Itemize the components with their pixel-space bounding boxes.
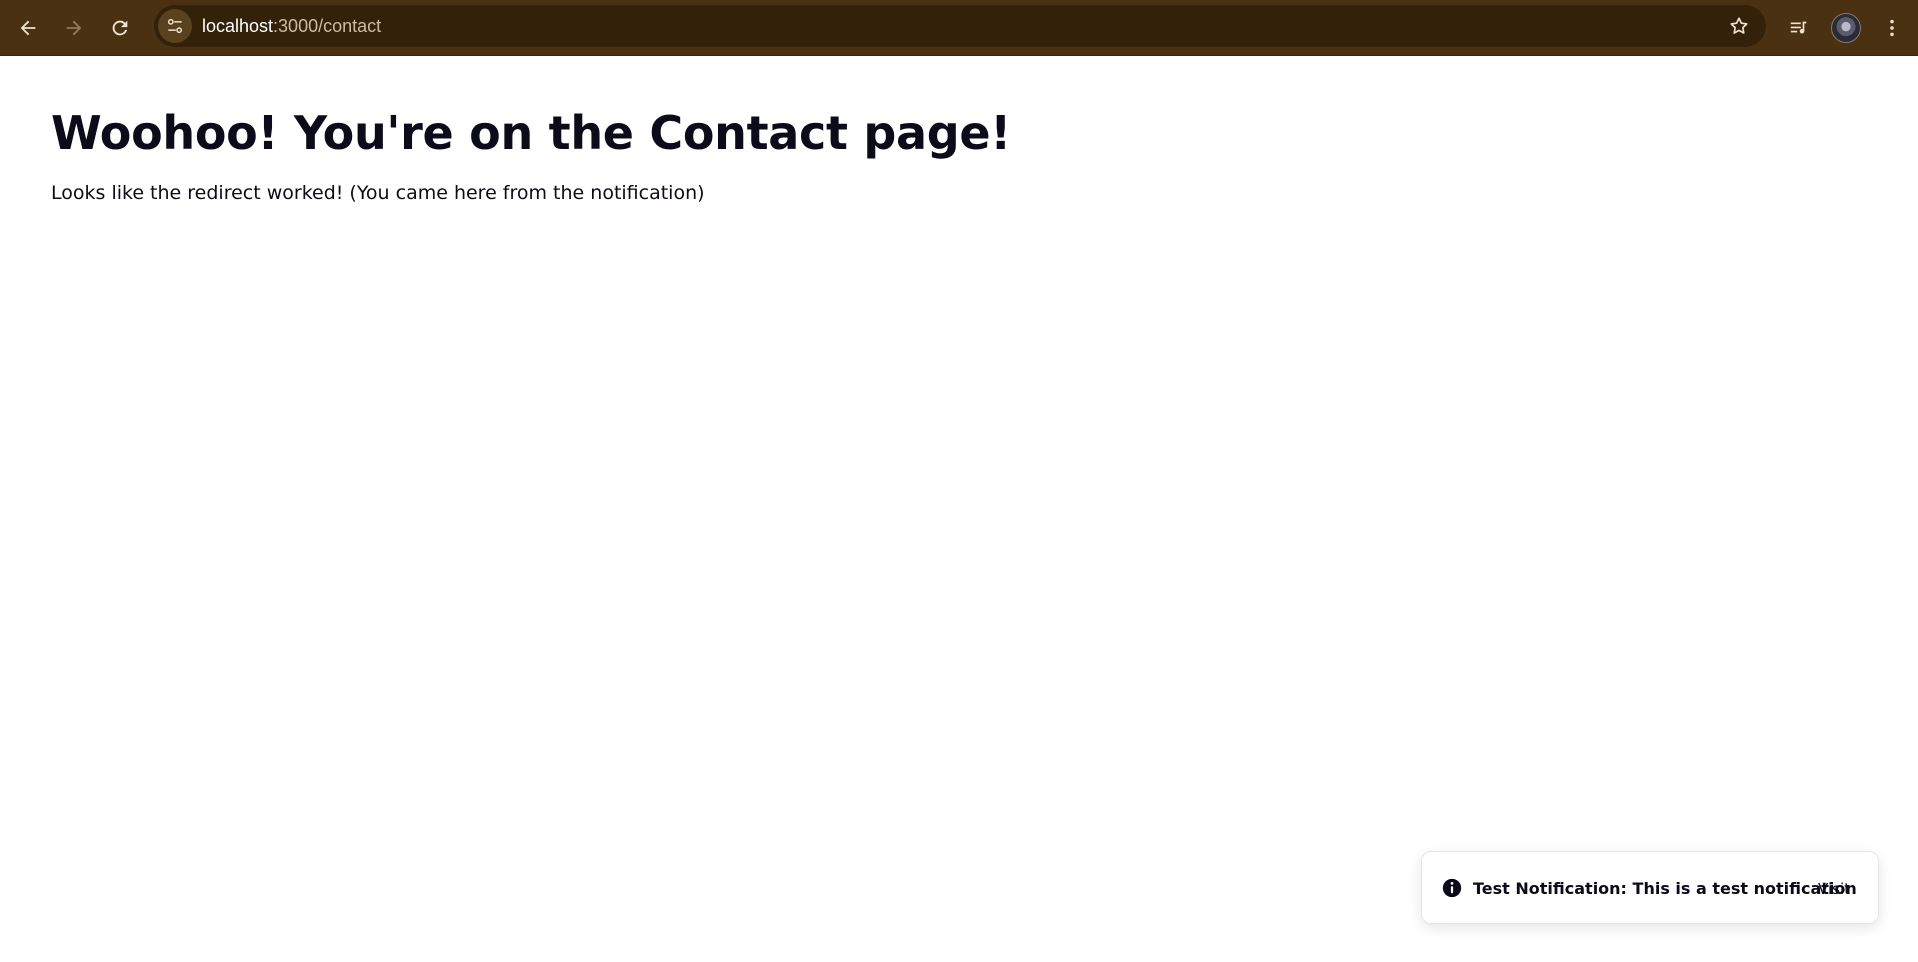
reading-list-button[interactable]: [1779, 8, 1819, 48]
kebab-menu-icon: [1890, 19, 1894, 37]
page-content: Woohoo! You're on the Contact page! Look…: [51, 100, 1851, 206]
reload-icon: [112, 20, 128, 36]
notification-toast: Test Notification: This is a test notifi…: [1421, 851, 1879, 924]
page-title: Woohoo! You're on the Contact page!: [51, 106, 1011, 160]
url-host: localhost: [202, 16, 274, 36]
bookmark-button[interactable]: [1724, 11, 1754, 41]
star-icon: [1730, 17, 1748, 34]
avatar: [1831, 13, 1861, 43]
info-icon: [1442, 878, 1462, 898]
site-info-button[interactable]: [158, 9, 192, 43]
url-text[interactable]: localhost:3000/contact: [202, 5, 381, 47]
browser-menu-button[interactable]: [1872, 8, 1912, 48]
visit-button[interactable]: Visit: [1806, 874, 1862, 904]
notification-message: Test Notification: This is a test notifi…: [1473, 879, 1857, 898]
arrow-right-icon: [66, 20, 82, 36]
playlist-icon: [1790, 21, 1807, 34]
url-path: :3000/contact: [273, 16, 382, 36]
address-bar[interactable]: localhost:3000/contact: [154, 5, 1766, 47]
back-button[interactable]: [8, 8, 48, 48]
page-description: Looks like the redirect worked! (You cam…: [51, 182, 705, 204]
arrow-left-icon: [20, 20, 36, 36]
profile-button[interactable]: [1826, 8, 1866, 48]
reload-button[interactable]: [100, 8, 140, 48]
forward-button[interactable]: [54, 8, 94, 48]
tune-icon: [167, 18, 183, 34]
browser-toolbar: localhost:3000/contact: [0, 0, 1918, 56]
